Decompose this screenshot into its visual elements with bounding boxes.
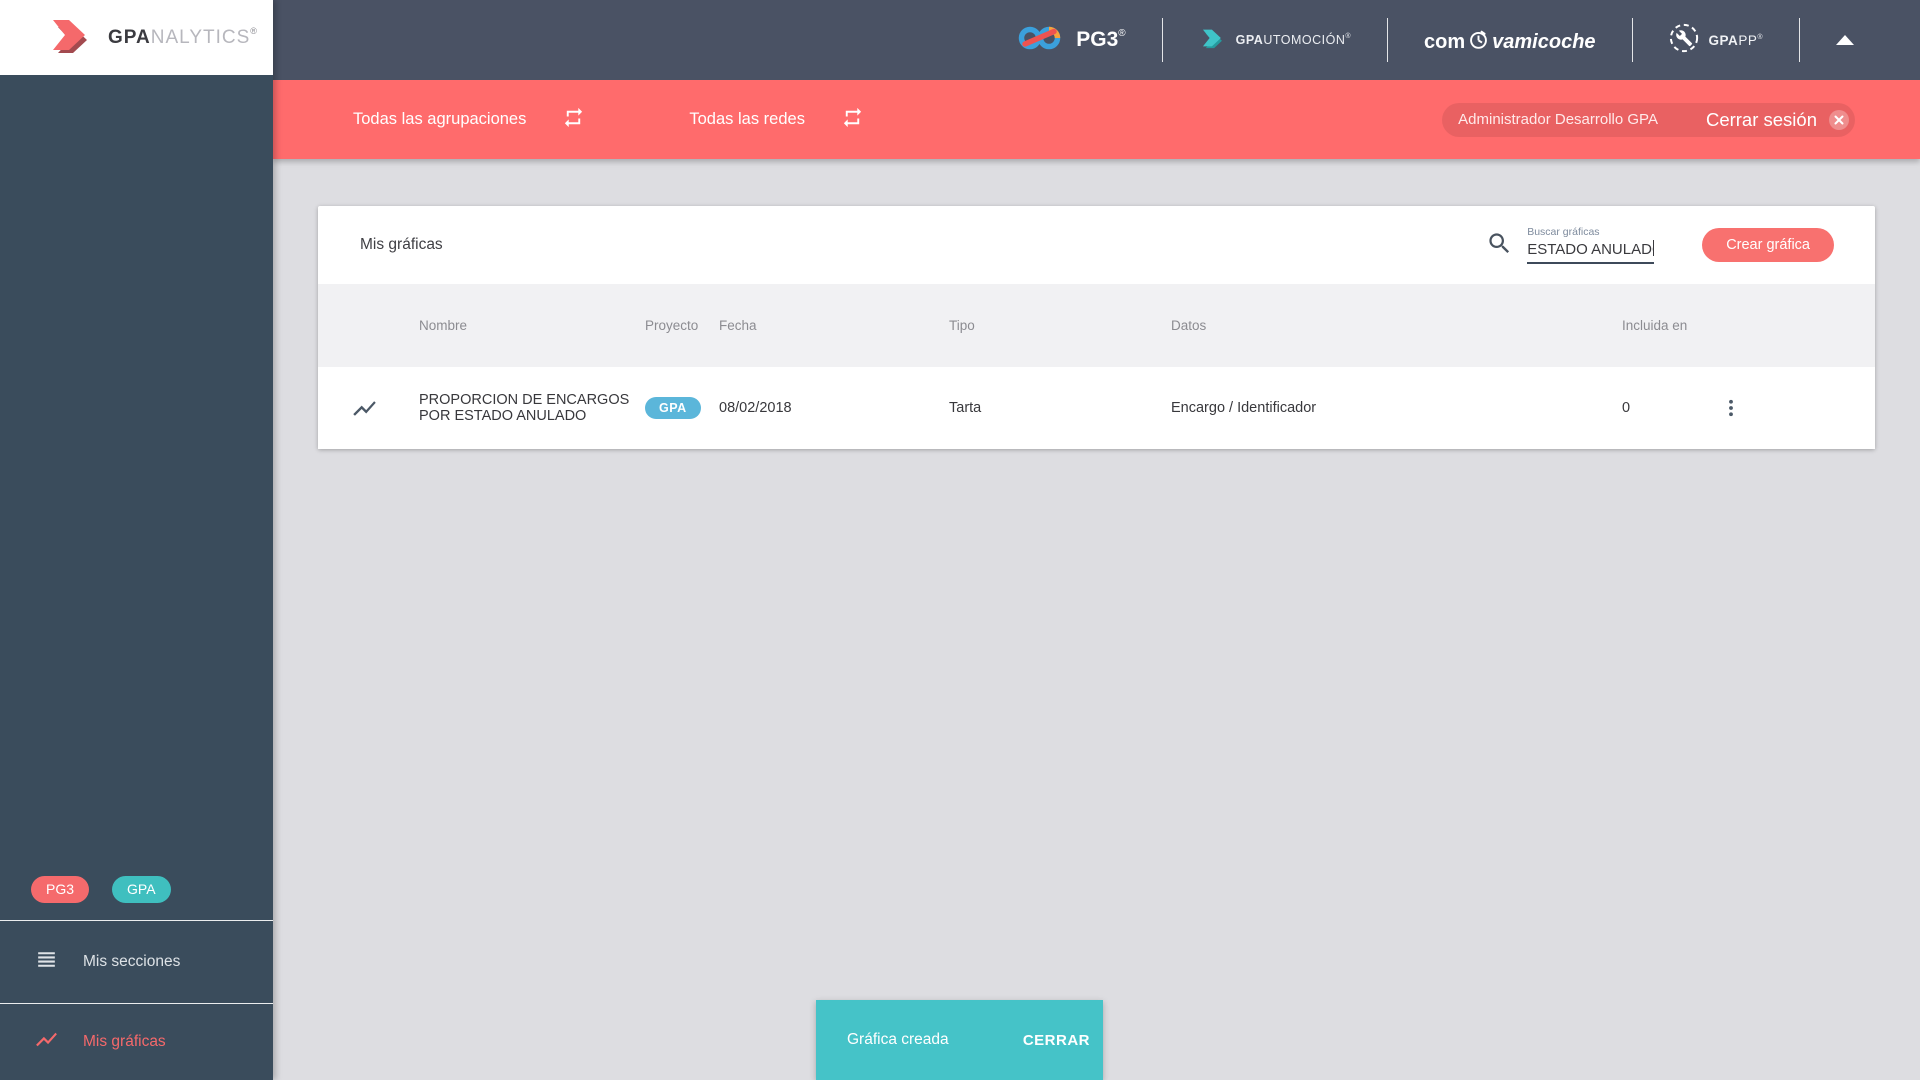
chart-data-fields: Encargo / Identificador [1171, 400, 1317, 416]
gpautomocion-wordmark: GPAUTOMOCIÓN® [1235, 33, 1352, 47]
comprovamicoche-wordmark: com vamicoche [1424, 30, 1596, 55]
topbar-separator [1161, 18, 1163, 62]
col-header-datos: Datos [1171, 318, 1207, 333]
chart-name: PROPORCION DE ENCARGOS POR ESTADO ANULAD… [419, 391, 630, 425]
search-input[interactable] [1527, 241, 1655, 264]
snackbar: Gráfica creada CERRAR [816, 1000, 1103, 1080]
top-app-bar: PG3® GPAUTOMOCIÓN® com vamicoche GPAPP® [273, 0, 1920, 80]
table-row[interactable]: PROPORCION DE ENCARGOS POR ESTADO ANULAD… [318, 367, 1875, 449]
logout-button[interactable]: Cerrar sesión [1706, 109, 1817, 131]
gpanalytics-logo[interactable]: GPANALYTICS® [0, 0, 273, 75]
gpautomocion-arrow-icon [1199, 25, 1227, 56]
swap-icon[interactable] [562, 106, 585, 134]
swap-icon[interactable] [841, 106, 864, 134]
networks-filter[interactable]: Todas las redes [689, 106, 864, 134]
gpautomocion-logo[interactable]: GPAUTOMOCIÓN® [1199, 25, 1351, 56]
groupings-filter-label: Todas las agrupaciones [353, 110, 527, 128]
search-field: Buscar gráficas [1527, 226, 1655, 264]
col-header-nombre: Nombre [419, 318, 468, 333]
sidebar-badges: PG3 GPA [31, 876, 171, 903]
chart-line-icon [34, 1027, 59, 1057]
pg3-logo[interactable]: PG3® [1018, 24, 1126, 57]
col-header-incluida: Incluida en [1622, 318, 1688, 333]
sidebar: GPANALYTICS® PG3 GPA Mis secciones Mis g… [0, 0, 273, 1080]
user-session-pill: Administrador Desarrollo GPA Cerrar sesi… [1442, 102, 1855, 137]
col-header-proyecto: Proyecto [645, 318, 699, 333]
page-title: Mis gráficas [360, 236, 443, 253]
create-chart-button[interactable]: Crear gráfica [1702, 228, 1834, 262]
filter-bar: Todas las agrupaciones Todas las redes A… [273, 80, 1920, 159]
groupings-filter[interactable]: Todas las agrupaciones [353, 106, 585, 134]
gpapp-wordmark: GPAPP® [1708, 32, 1763, 48]
sidebar-item-mis-graficas[interactable]: Mis gráficas [0, 1004, 273, 1080]
networks-filter-label: Todas las redes [689, 110, 805, 128]
sidebar-item-label: Mis gráficas [83, 1033, 166, 1050]
chart-type: Tarta [949, 400, 982, 416]
table-header-row: Nombre Proyecto Fecha Tipo Datos Incluid… [318, 284, 1875, 367]
snackbar-close-button[interactable]: CERRAR [1023, 1032, 1090, 1049]
comprovamicoche-logo[interactable]: com vamicoche [1424, 27, 1596, 54]
chart-date: 08/02/2018 [719, 400, 792, 416]
text-cursor [1652, 240, 1655, 256]
chart-line-icon [351, 395, 419, 422]
card-header: Mis gráficas Buscar gráficas Crear gráfi… [318, 206, 1875, 284]
pg3-infinity-icon [1018, 24, 1064, 57]
gpanalytics-wordmark: GPANALYTICS® [108, 26, 257, 48]
search-icon[interactable] [1486, 230, 1513, 262]
gpapp-logo[interactable]: GPAPP® [1669, 23, 1763, 58]
gpapp-wrench-icon [1669, 23, 1699, 58]
mis-graficas-card: Mis gráficas Buscar gráficas Crear gráfi… [318, 206, 1875, 449]
clock-icon [1468, 30, 1489, 55]
topbar-separator [1631, 18, 1633, 62]
col-header-fecha: Fecha [719, 318, 757, 333]
row-menu-kebab-icon[interactable] [1717, 393, 1875, 423]
snackbar-message: Gráfica creada [847, 1031, 949, 1048]
included-count: 0 [1622, 400, 1631, 416]
pg3-wordmark: PG3® [1076, 28, 1126, 51]
gpa-badge[interactable]: GPA [112, 876, 171, 903]
search-field-label: Buscar gráficas [1527, 226, 1600, 238]
sections-list-icon [34, 947, 59, 977]
project-badge: GPA [645, 397, 701, 419]
topbar-separator [1799, 18, 1800, 62]
gpanalytics-arrow-icon [46, 12, 96, 63]
project-cell: GPA [645, 397, 719, 419]
pg3-badge[interactable]: PG3 [31, 876, 90, 903]
col-header-tipo: Tipo [949, 318, 975, 333]
collapse-caret-icon[interactable] [1836, 35, 1854, 45]
topbar-separator [1387, 18, 1389, 62]
sidebar-item-label: Mis secciones [83, 953, 181, 970]
sidebar-item-mis-secciones[interactable]: Mis secciones [0, 921, 273, 1003]
logout-close-icon[interactable] [1829, 109, 1849, 130]
user-name: Administrador Desarrollo GPA [1458, 111, 1658, 128]
